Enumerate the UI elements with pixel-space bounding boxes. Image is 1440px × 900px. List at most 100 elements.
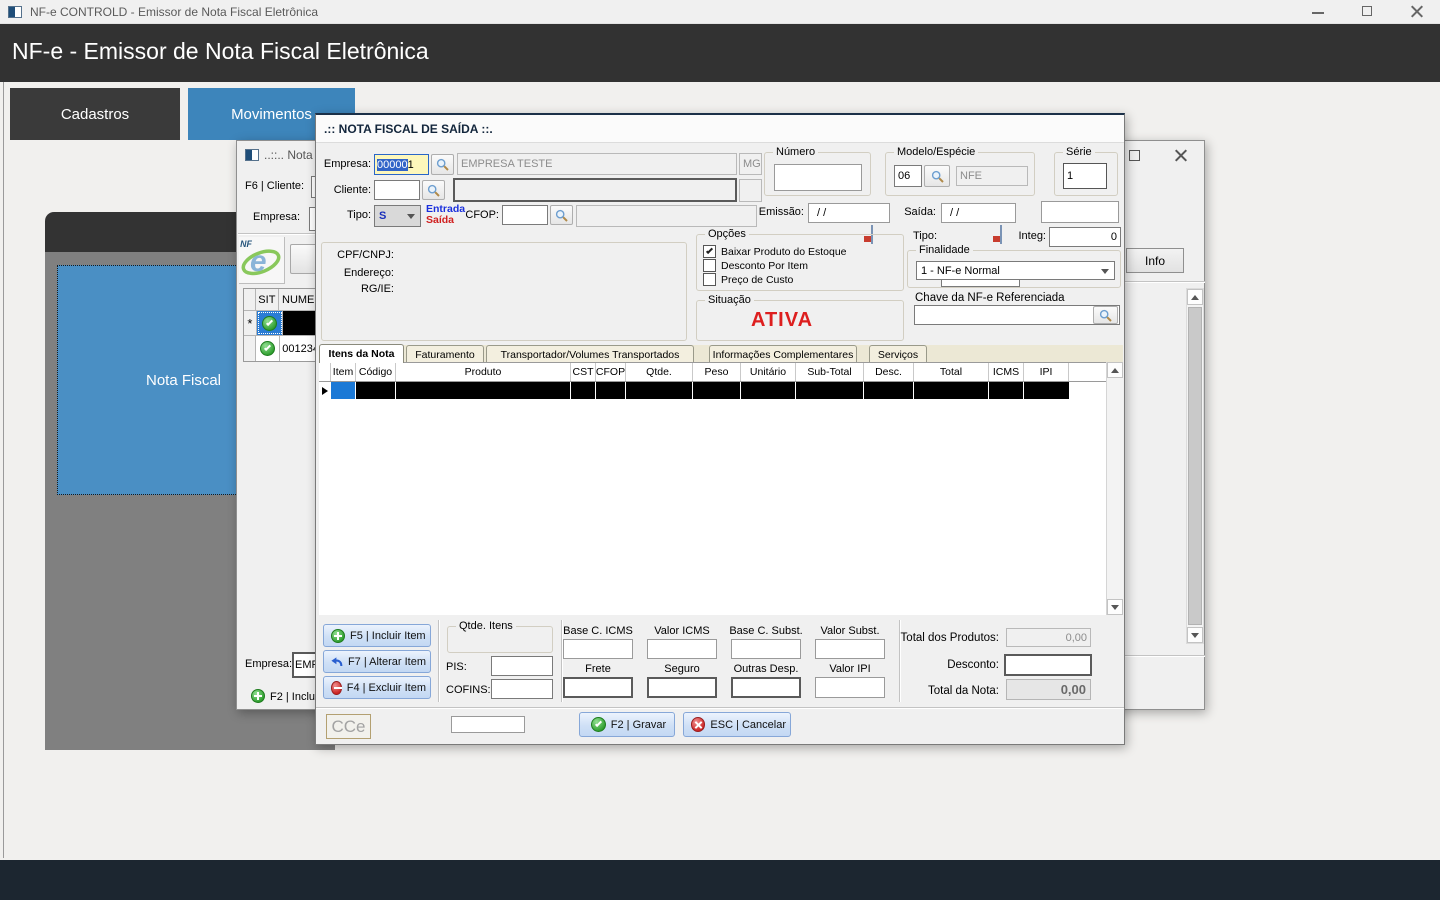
bgwin-right-separator: [1121, 281, 1205, 283]
tab-itens-da-nota[interactable]: Itens da Nota: [319, 344, 404, 363]
extra-field[interactable]: [1041, 201, 1119, 223]
tipo-combo[interactable]: S: [374, 205, 421, 227]
desconto-field[interactable]: [1004, 654, 1092, 676]
integ-field[interactable]: 0: [1049, 227, 1121, 247]
finalidade-group-label: Finalidade: [916, 244, 973, 256]
chave-field[interactable]: [914, 305, 1120, 325]
status-ok-icon: [262, 316, 277, 331]
nfe-logo-cell: e NF: [239, 237, 285, 284]
tab-label: Faturamento: [415, 349, 475, 361]
gravar-button[interactable]: F2 | Gravar: [579, 712, 675, 737]
info-button[interactable]: Info: [1126, 248, 1184, 273]
empresa-uf-field: MG: [739, 153, 762, 175]
scroll-thumb[interactable]: [1188, 307, 1202, 625]
pis-field[interactable]: [491, 656, 553, 676]
empresa-code-rest: 1: [408, 159, 414, 171]
dialog-titlebar: .:: NOTA FISCAL DE SAÍDA ::.: [316, 115, 1124, 143]
items-table-scrollbar[interactable]: [1106, 362, 1123, 615]
empresa-code-field[interactable]: 000001: [374, 154, 429, 175]
bgwin-close-icon[interactable]: [1175, 149, 1187, 161]
excluir-item-label: F4 | Excluir Item: [347, 682, 426, 694]
row-selector-cell: [319, 382, 331, 399]
grid-row-selected[interactable]: *: [244, 311, 319, 336]
cpf-label: CPF/CNPJ:: [322, 249, 394, 261]
cancelar-button[interactable]: ESC | Cancelar: [683, 712, 791, 737]
qtde-itens-group: Qtde. Itens: [447, 626, 553, 653]
col-cfop: CFOP: [596, 363, 626, 381]
alterar-item-label: F7 | Alterar Item: [348, 656, 426, 668]
saida-date-field[interactable]: / /: [941, 203, 1016, 223]
valor-subst-field[interactable]: [815, 639, 885, 659]
cfop-search-button[interactable]: [550, 205, 573, 225]
frete-field[interactable]: [563, 677, 633, 698]
tab-informacoes[interactable]: Informações Complementares: [709, 345, 857, 363]
numero-field[interactable]: [774, 164, 862, 191]
serie-group: Série 1: [1054, 152, 1118, 196]
scroll-up-button[interactable]: [1187, 289, 1203, 305]
table-scroll-down-button[interactable]: [1107, 599, 1123, 615]
cfop-field[interactable]: [502, 205, 548, 225]
cofins-field[interactable]: [491, 679, 553, 699]
baixar-produto-checkbox[interactable]: [703, 245, 716, 258]
total-produtos-field: 0,00: [1006, 628, 1091, 647]
modelo-code-field[interactable]: 06: [894, 165, 922, 187]
tab-faturamento[interactable]: Faturamento: [406, 345, 484, 363]
base-icms-field[interactable]: [563, 639, 633, 659]
base-subst-field[interactable]: [731, 639, 801, 659]
cce-button-label: CCe: [331, 717, 365, 737]
outras-desp-field[interactable]: [731, 677, 801, 698]
col-desc: Desc.: [864, 363, 914, 381]
footer-separator: [316, 707, 1124, 709]
preco-custo-checkbox[interactable]: [703, 273, 716, 286]
cfop-desc-field: [576, 205, 757, 227]
finalidade-combo[interactable]: 1 - NF-e Normal: [916, 261, 1115, 280]
bgwin-maximize-icon[interactable]: [1129, 150, 1140, 161]
saida-calendar-icon[interactable]: [1000, 225, 1002, 244]
table-scroll-up-button[interactable]: [1107, 362, 1123, 378]
bgwin-partial-button[interactable]: [290, 244, 317, 274]
base-icms-header: Base C. ICMS: [559, 625, 637, 637]
search-icon: [436, 158, 449, 171]
valor-ipi-header: Valor IPI: [811, 663, 889, 675]
tipo-value: S: [379, 210, 386, 222]
separator: [438, 620, 440, 702]
cliente-search-button[interactable]: [422, 180, 445, 200]
bgwin-empresa-bottom-label: Empresa:: [245, 658, 292, 670]
footer-field[interactable]: [451, 716, 525, 733]
tab-servicos[interactable]: Serviços: [869, 345, 927, 363]
seguro-field[interactable]: [647, 677, 717, 698]
bgwin-scrollbar[interactable]: [1186, 288, 1204, 644]
scroll-down-button[interactable]: [1187, 627, 1203, 643]
incluir-item-button[interactable]: F5 | Incluir Item: [323, 624, 431, 647]
valor-subst-header: Valor Subst.: [811, 625, 889, 637]
tab-cadastros[interactable]: Cadastros: [10, 88, 180, 140]
alterar-item-button[interactable]: F7 | Alterar Item: [323, 650, 431, 673]
excluir-item-button[interactable]: F4 | Excluir Item: [323, 676, 431, 699]
items-table-row[interactable]: [319, 382, 1106, 399]
page-title: NF-e - Emissor de Nota Fiscal Eletrônica: [12, 38, 429, 65]
grid-col-numero: NUMERO: [279, 289, 319, 310]
desconto-item-checkbox[interactable]: [703, 259, 716, 272]
close-icon[interactable]: [1411, 5, 1423, 17]
valor-icms-field[interactable]: [647, 639, 717, 659]
total-produtos-label: Total dos Produtos:: [899, 632, 999, 644]
modelo-search-button[interactable]: [924, 165, 950, 187]
chave-search-button[interactable]: [1093, 306, 1118, 324]
maximize-icon[interactable]: [1362, 6, 1372, 16]
bgwin-f2-incluir-label[interactable]: F2 | Inclui: [270, 691, 318, 703]
cliente-code-field[interactable]: [374, 180, 420, 200]
search-icon: [427, 184, 440, 197]
tab-transportador[interactable]: Transportador/Volumes Transportados: [486, 345, 694, 363]
plus-icon: [331, 629, 345, 643]
minimize-icon[interactable]: [1312, 12, 1324, 14]
grid-row[interactable]: 001234: [244, 336, 319, 361]
situacao-group-label: Situação: [705, 294, 754, 306]
empresa-search-button[interactable]: [431, 154, 454, 175]
cce-button[interactable]: CCe: [326, 714, 371, 739]
check-icon: [591, 717, 606, 732]
emissao-field[interactable]: / /: [808, 203, 890, 223]
finalidade-group: Finalidade 1 - NF-e Normal: [907, 250, 1121, 288]
serie-field[interactable]: 1: [1063, 163, 1107, 189]
empresa-label: Empresa:: [316, 158, 371, 170]
valor-ipi-field[interactable]: [815, 677, 885, 698]
